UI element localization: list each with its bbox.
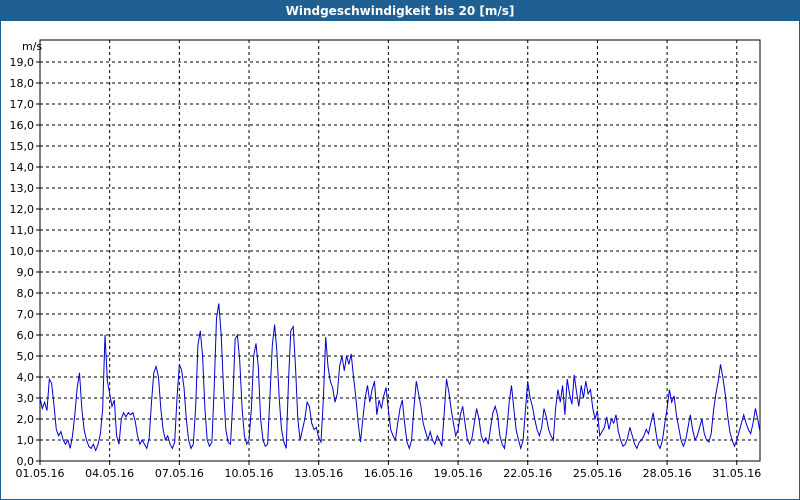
y-tick-label: 3,0	[17, 392, 35, 405]
x-tick-label: 01.05.16	[16, 467, 65, 480]
x-tick-label: 25.05.16	[573, 467, 622, 480]
y-tick-label: 18,0	[10, 77, 35, 90]
wind-speed-chart: m/s 0,01,02,03,04,05,06,07,08,09,010,011…	[10, 39, 761, 480]
y-tick-label: 1,0	[17, 434, 35, 447]
x-tick-label: 13.05.16	[294, 467, 343, 480]
y-tick-label: 19,0	[10, 56, 35, 69]
y-tick-label: 11,0	[10, 224, 35, 237]
x-tick-label: 19.05.16	[434, 467, 483, 480]
y-tick-label: 5,0	[17, 350, 35, 363]
y-tick-label: 4,0	[17, 371, 35, 384]
y-axis-unit-label: m/s	[22, 40, 42, 53]
y-tick-label: 12,0	[10, 203, 35, 216]
x-tick-label: 07.05.16	[155, 467, 204, 480]
y-tick-label: 17,0	[10, 98, 35, 111]
y-tick-label: 9,0	[17, 266, 35, 279]
x-tick-label: 31.05.16	[712, 467, 761, 480]
x-tick-label: 04.05.16	[85, 467, 134, 480]
y-tick-label: 15,0	[10, 140, 35, 153]
grid	[40, 40, 760, 461]
y-tick-label: 14,0	[10, 161, 35, 174]
y-tick-label: 16,0	[10, 119, 35, 132]
y-tick-label: 13,0	[10, 182, 35, 195]
y-tick-label: 8,0	[17, 287, 35, 300]
y-tick-label: 7,0	[17, 308, 35, 321]
x-tick-label: 16.05.16	[364, 467, 413, 480]
x-tick-label: 28.05.16	[643, 467, 692, 480]
y-tick-label: 10,0	[10, 245, 35, 258]
x-axis-ticks: 01.05.16 04.05.16 07.05.16 10.05.16 13.05.16…	[16, 461, 761, 480]
y-tick-label: 6,0	[17, 329, 35, 342]
y-tick-label: 2,0	[17, 413, 35, 426]
x-tick-label: 10.05.16	[225, 467, 274, 480]
x-tick-label: 22.05.16	[503, 467, 552, 480]
y-axis-ticks: 0,01,02,03,04,05,06,07,08,09,010,011,012…	[10, 56, 40, 468]
